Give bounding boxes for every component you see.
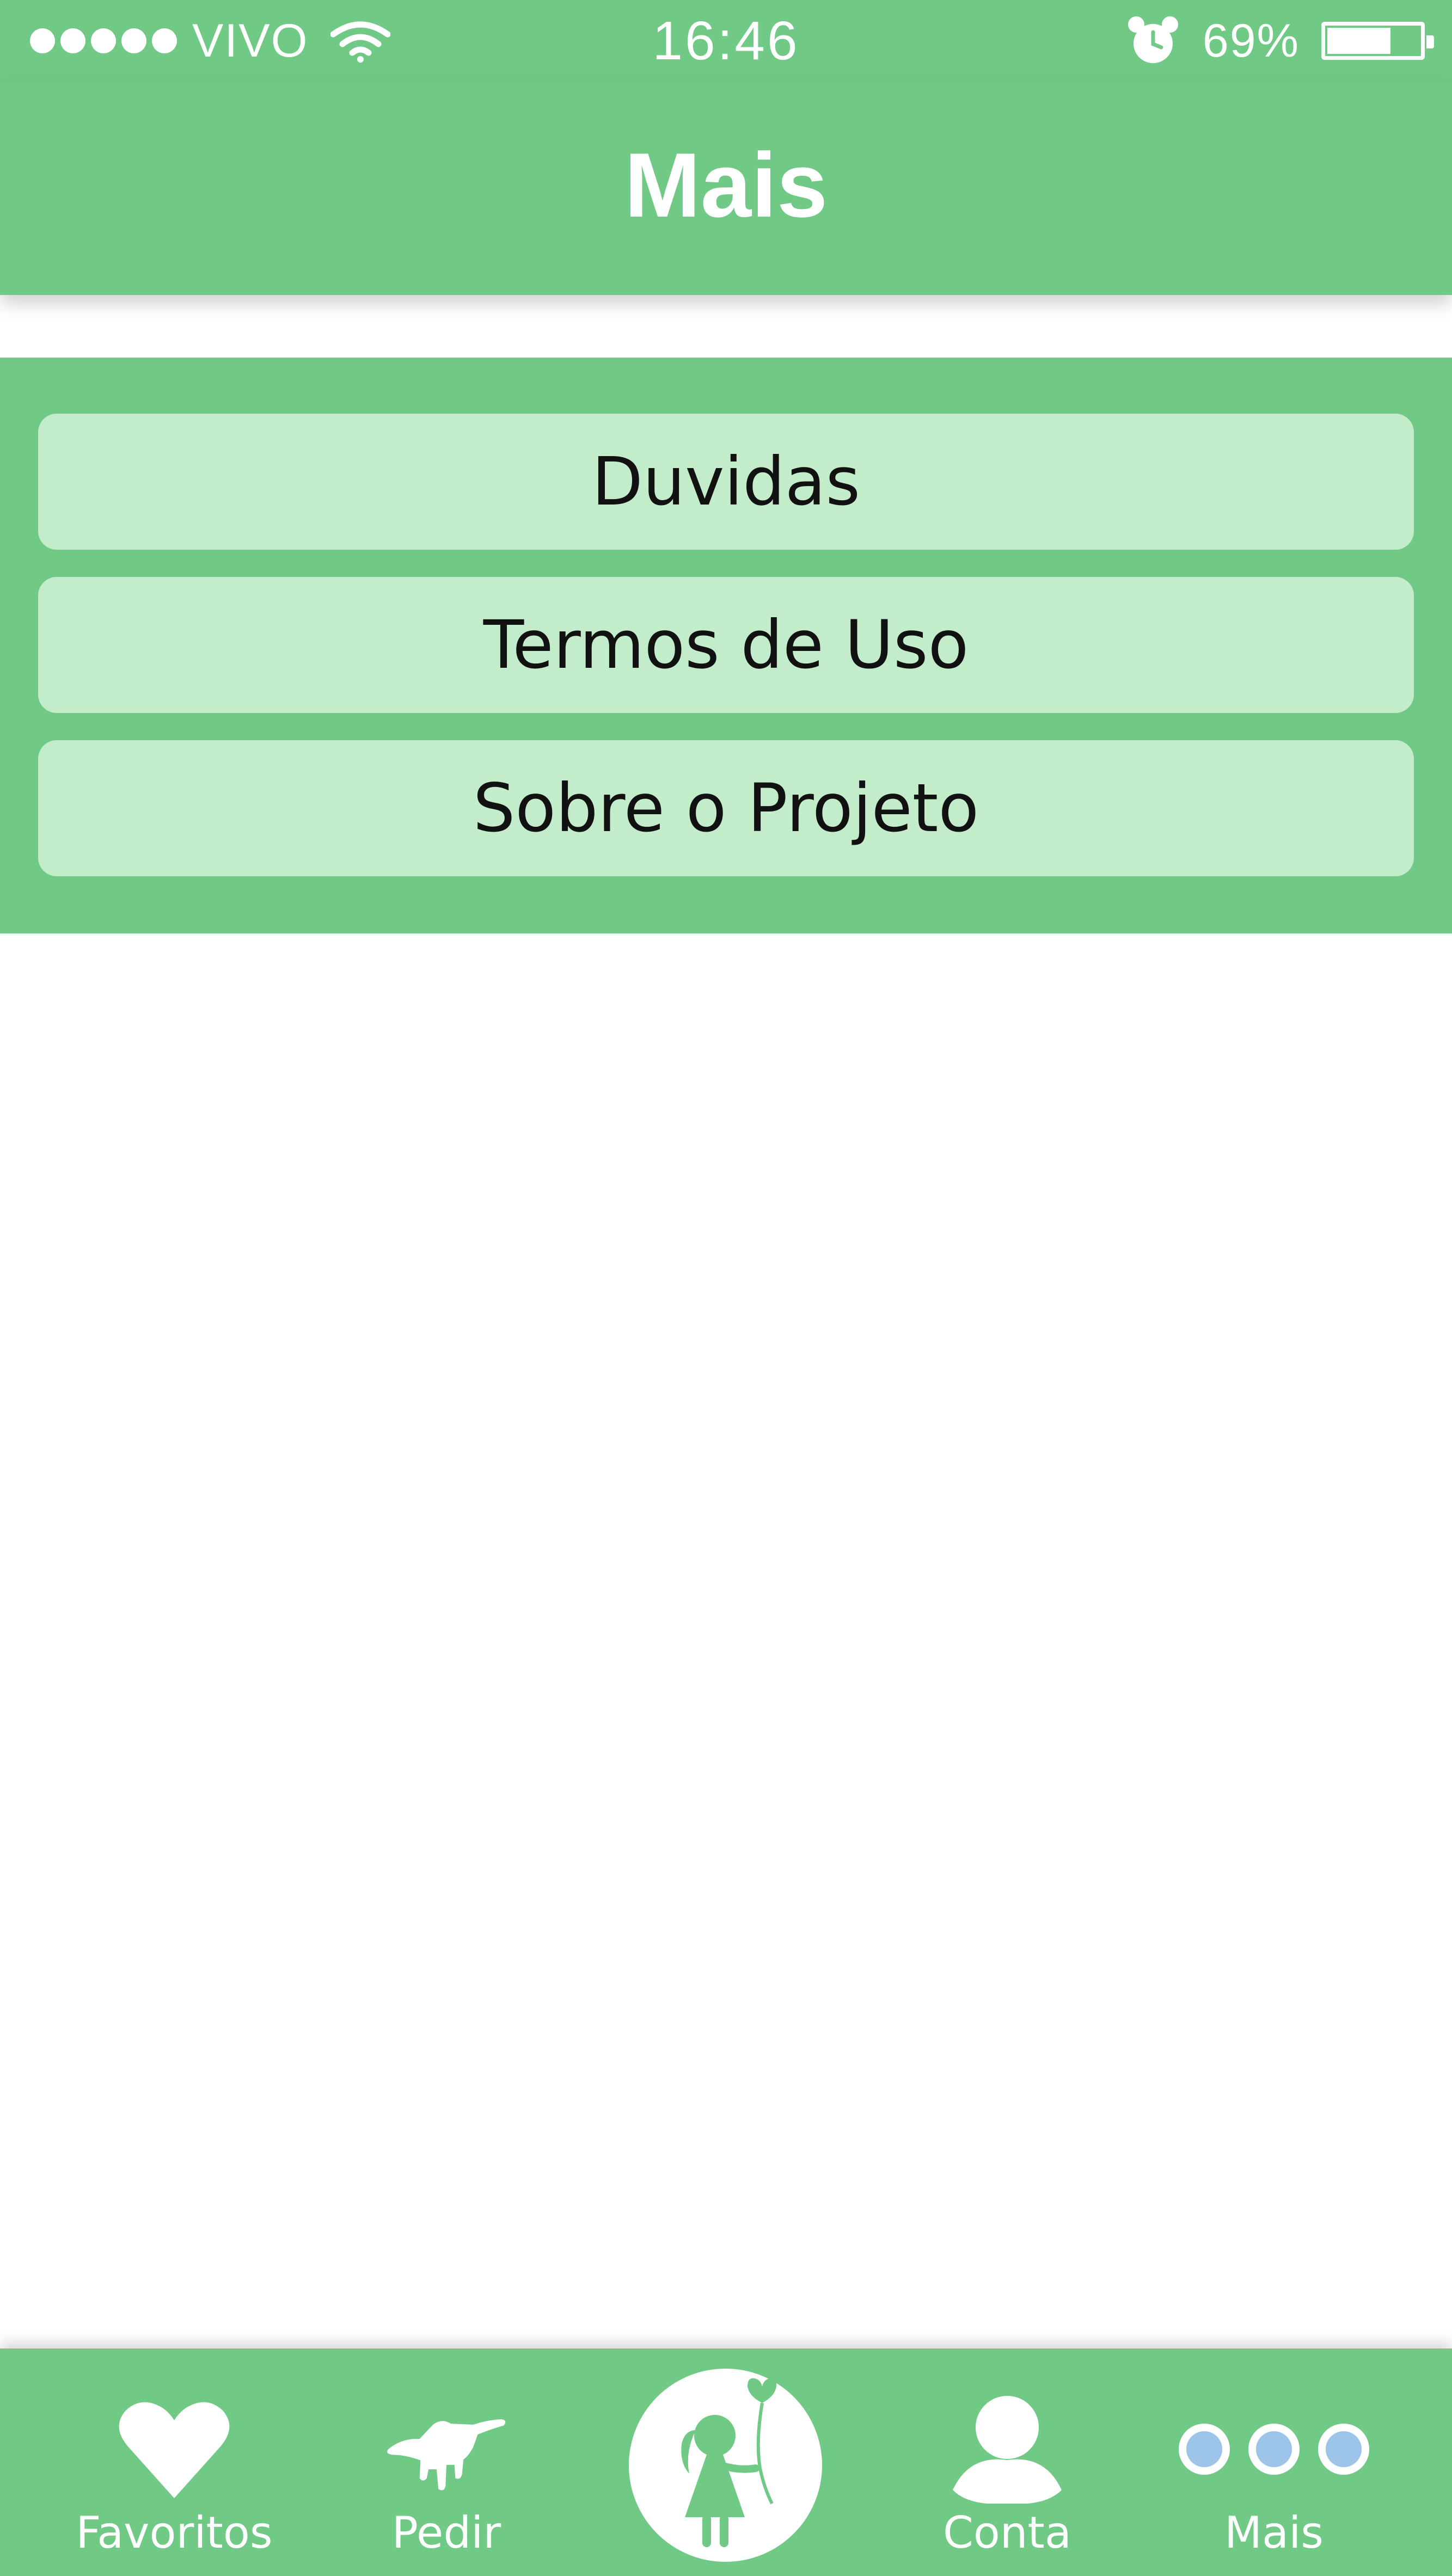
- tab-favoritos-label: Favoritos: [76, 2507, 273, 2558]
- tab-mais[interactable]: Mais: [1171, 2348, 1377, 2576]
- user-icon: [953, 2396, 1062, 2504]
- hand-icon: [387, 2419, 506, 2491]
- tab-pedir[interactable]: Pedir: [359, 2348, 534, 2576]
- heart-icon: [119, 2402, 230, 2498]
- menu-panel: Duvidas Termos de Uso Sobre o Projeto: [0, 358, 1452, 933]
- duvidas-button[interactable]: Duvidas: [38, 414, 1414, 550]
- tab-pedir-label: Pedir: [391, 2507, 501, 2558]
- tab-bar: Favoritos Pedir Conta Mais: [0, 2348, 1452, 2576]
- tab-mais-label: Mais: [1224, 2507, 1324, 2558]
- tab-favoritos[interactable]: Favoritos: [76, 2348, 273, 2576]
- status-bar: VIVO 16:46 69%: [0, 0, 1452, 82]
- navigation-bar: Mais: [0, 82, 1452, 295]
- girl-with-balloon-icon: [681, 2378, 776, 2547]
- tab-conta[interactable]: Conta: [920, 2348, 1094, 2576]
- more-dots-icon: [1179, 2424, 1369, 2475]
- battery-icon: [1321, 22, 1434, 60]
- tab-conta-label: Conta: [943, 2507, 1071, 2558]
- battery-level-fill: [1327, 28, 1390, 54]
- status-bar-right: 69%: [1123, 11, 1434, 71]
- termos-de-uso-button[interactable]: Termos de Uso: [38, 577, 1414, 713]
- page-title: Mais: [624, 134, 828, 236]
- alarm-clock-icon: [1128, 16, 1178, 63]
- tab-home-center[interactable]: [629, 2369, 822, 2562]
- battery-percentage: 69%: [1202, 14, 1300, 67]
- sobre-o-projeto-button[interactable]: Sobre o Projeto: [38, 740, 1414, 876]
